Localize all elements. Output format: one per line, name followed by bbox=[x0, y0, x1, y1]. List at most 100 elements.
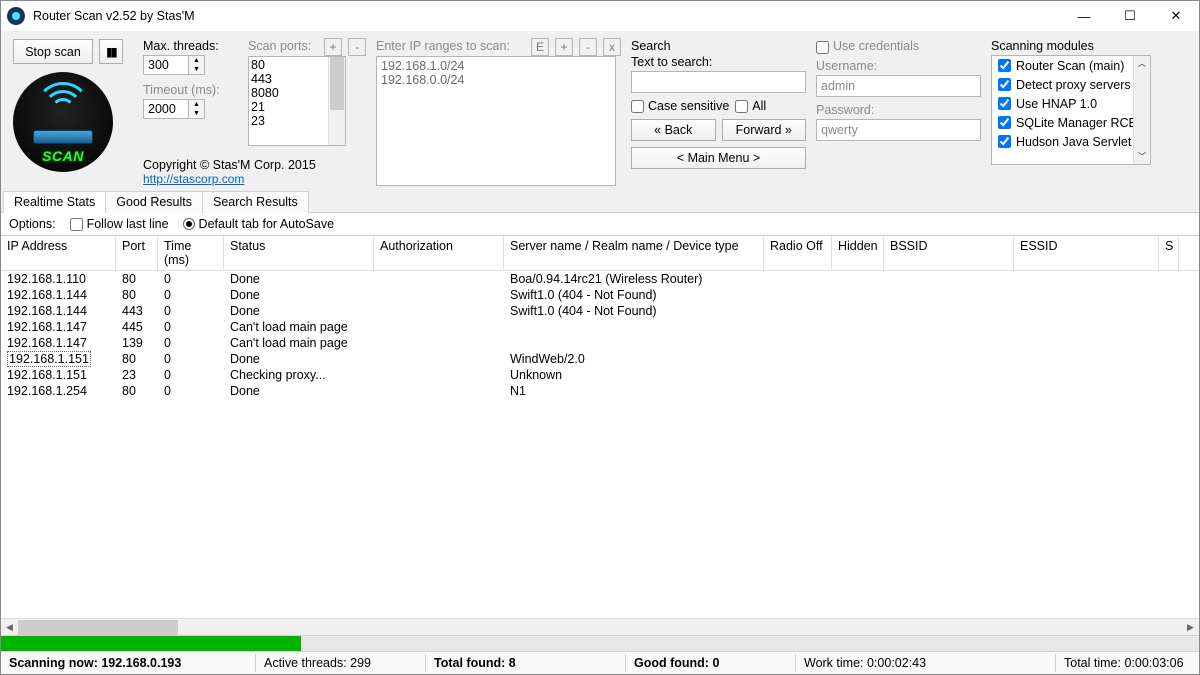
results-table: IP Address Port Time (ms) Status Authori… bbox=[1, 236, 1199, 635]
module-checkbox[interactable] bbox=[998, 59, 1011, 72]
password-input bbox=[816, 119, 981, 141]
ports-remove-button[interactable]: - bbox=[348, 38, 366, 56]
col-auth[interactable]: Authorization bbox=[374, 236, 504, 270]
options-label: Options: bbox=[9, 217, 56, 231]
max-threads-label: Max. threads: bbox=[143, 39, 238, 53]
col-extra[interactable]: S bbox=[1159, 236, 1179, 270]
max-threads-input[interactable] bbox=[143, 55, 189, 75]
scrollbar[interactable] bbox=[328, 57, 345, 145]
ports-listbox[interactable]: 8044380802123 bbox=[248, 56, 346, 146]
titlebar: Router Scan v2.52 by Stas'M — ☐ ✕ bbox=[1, 1, 1199, 31]
chevron-right-icon[interactable]: ▶ bbox=[1182, 619, 1199, 636]
stop-scan-button[interactable]: Stop scan bbox=[13, 39, 93, 64]
table-row[interactable]: 192.168.1.1444430DoneSwift1.0 (404 - Not… bbox=[1, 303, 1199, 319]
timeout-spinner[interactable]: ▲▼ bbox=[143, 99, 238, 119]
status-total-time: Total time: 0:00:03:06 bbox=[1056, 654, 1199, 672]
ip-ranges-label: Enter IP ranges to scan: bbox=[376, 39, 525, 53]
options-row: Options: Follow last line Default tab fo… bbox=[1, 213, 1199, 236]
module-checkbox[interactable] bbox=[998, 97, 1011, 110]
module-item[interactable]: Detect proxy servers bbox=[992, 75, 1150, 94]
logo-text: SCAN bbox=[42, 148, 84, 164]
forward-button[interactable]: Forward » bbox=[722, 119, 807, 141]
col-bssid[interactable]: BSSID bbox=[884, 236, 1014, 270]
maximize-button[interactable]: ☐ bbox=[1107, 1, 1153, 31]
table-row[interactable]: 192.168.1.144800DoneSwift1.0 (404 - Not … bbox=[1, 287, 1199, 303]
table-row[interactable]: 192.168.1.110800DoneBoa/0.94.14rc21 (Wir… bbox=[1, 271, 1199, 287]
website-link[interactable]: http://stascorp.com bbox=[143, 172, 244, 186]
pause-button[interactable]: ▮▮ bbox=[99, 39, 123, 64]
module-checkbox[interactable] bbox=[998, 116, 1011, 129]
tab-good-results[interactable]: Good Results bbox=[105, 191, 203, 213]
username-input bbox=[816, 75, 981, 97]
modules-title: Scanning modules bbox=[991, 39, 1189, 53]
scrollbar[interactable]: ︿ ﹀ bbox=[1133, 56, 1150, 164]
chevron-left-icon[interactable]: ◀ bbox=[1, 619, 18, 636]
app-logo: SCAN bbox=[13, 72, 113, 172]
modules-listbox[interactable]: Router Scan (main) Detect proxy servers … bbox=[991, 55, 1151, 165]
back-button[interactable]: « Back bbox=[631, 119, 716, 141]
search-section: Search Text to search: Case sensitive Al… bbox=[631, 39, 806, 186]
radio-icon bbox=[183, 218, 195, 230]
case-sensitive-checkbox[interactable]: Case sensitive bbox=[631, 99, 729, 113]
table-row[interactable]: 192.168.1.1474450Can't load main page bbox=[1, 319, 1199, 335]
default-tab-radio[interactable]: Default tab for AutoSave bbox=[183, 217, 335, 231]
chevron-up-icon[interactable]: ▲ bbox=[189, 100, 204, 109]
max-threads-spinner[interactable]: ▲▼ bbox=[143, 55, 238, 75]
list-item[interactable]: 192.168.1.0/24 bbox=[381, 59, 611, 73]
use-credentials-checkbox[interactable]: Use credentials bbox=[816, 39, 981, 55]
tabs: Realtime Stats Good Results Search Resul… bbox=[1, 190, 1199, 213]
col-status[interactable]: Status bbox=[224, 236, 374, 270]
search-input[interactable] bbox=[631, 71, 806, 93]
pause-icon: ▮▮ bbox=[106, 45, 116, 59]
table-row[interactable]: 192.168.1.254800DoneN1 bbox=[1, 383, 1199, 399]
module-item[interactable]: Router Scan (main) bbox=[992, 56, 1150, 75]
timeout-label: Timeout (ms): bbox=[143, 83, 238, 97]
ports-add-button[interactable]: + bbox=[324, 38, 342, 56]
close-button[interactable]: ✕ bbox=[1153, 1, 1199, 31]
status-bar: Scanning now: 192.168.0.193 Active threa… bbox=[1, 651, 1199, 674]
col-server[interactable]: Server name / Realm name / Device type bbox=[504, 236, 764, 270]
chevron-down-icon[interactable]: ﹀ bbox=[1138, 151, 1146, 164]
all-checkbox[interactable]: All bbox=[735, 99, 766, 113]
tab-realtime-stats[interactable]: Realtime Stats bbox=[3, 191, 106, 213]
ip-clear-button[interactable]: x bbox=[603, 38, 621, 56]
status-scanning-now: Scanning now: 192.168.0.193 bbox=[1, 654, 256, 672]
progress-fill bbox=[1, 636, 301, 651]
table-row[interactable]: 192.168.1.151800DoneWindWeb/2.0 bbox=[1, 351, 1199, 367]
chevron-up-icon[interactable]: ︿ bbox=[1138, 56, 1146, 69]
module-item[interactable]: SQLite Manager RCE bbox=[992, 113, 1150, 132]
table-row[interactable]: 192.168.1.151230Checking proxy...Unknown bbox=[1, 367, 1199, 383]
progress-bar bbox=[1, 635, 1199, 651]
table-row[interactable]: 192.168.1.1471390Can't load main page bbox=[1, 335, 1199, 351]
tab-search-results[interactable]: Search Results bbox=[202, 191, 309, 213]
module-checkbox[interactable] bbox=[998, 78, 1011, 91]
minimize-button[interactable]: — bbox=[1061, 1, 1107, 31]
follow-last-checkbox[interactable]: Follow last line bbox=[70, 217, 169, 231]
col-port[interactable]: Port bbox=[116, 236, 158, 270]
list-item[interactable]: 192.168.0.0/24 bbox=[381, 73, 611, 87]
module-item[interactable]: Hudson Java Servlet bbox=[992, 132, 1150, 151]
status-active-threads: Active threads: 299 bbox=[256, 654, 426, 672]
top-panel: Stop scan ▮▮ SCAN Max. threads: ▲▼ Timeo… bbox=[1, 31, 1199, 190]
status-total-found: Total found: 8 bbox=[426, 654, 626, 672]
chevron-up-icon[interactable]: ▲ bbox=[189, 56, 204, 65]
col-radio[interactable]: Radio Off bbox=[764, 236, 832, 270]
ip-add-button[interactable]: + bbox=[555, 38, 573, 56]
scan-ports-label: Scan ports: bbox=[248, 39, 318, 53]
chevron-down-icon[interactable]: ▼ bbox=[189, 65, 204, 74]
col-time[interactable]: Time (ms) bbox=[158, 236, 224, 270]
chevron-down-icon[interactable]: ▼ bbox=[189, 109, 204, 118]
col-hidden[interactable]: Hidden bbox=[832, 236, 884, 270]
timeout-input[interactable] bbox=[143, 99, 189, 119]
module-checkbox[interactable] bbox=[998, 135, 1011, 148]
module-item[interactable]: Use HNAP 1.0 bbox=[992, 94, 1150, 113]
ip-remove-button[interactable]: - bbox=[579, 38, 597, 56]
col-ip[interactable]: IP Address bbox=[1, 236, 116, 270]
col-essid[interactable]: ESSID bbox=[1014, 236, 1159, 270]
ip-edit-button[interactable]: E bbox=[531, 38, 549, 56]
table-body: 192.168.1.110800DoneBoa/0.94.14rc21 (Wir… bbox=[1, 271, 1199, 618]
main-menu-button[interactable]: < Main Menu > bbox=[631, 147, 806, 169]
ip-ranges-listbox[interactable]: 192.168.1.0/24192.168.0.0/24 bbox=[376, 56, 616, 186]
horizontal-scrollbar[interactable]: ◀ ▶ bbox=[1, 618, 1199, 635]
username-label: Username: bbox=[816, 59, 981, 73]
